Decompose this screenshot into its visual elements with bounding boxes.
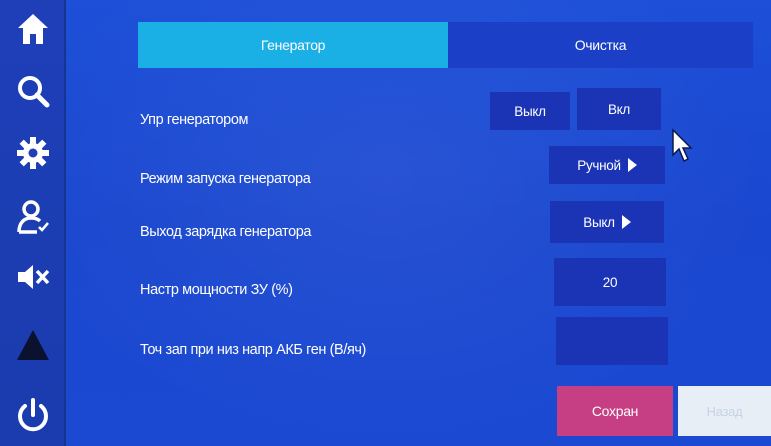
gear-icon[interactable] xyxy=(12,132,54,174)
generator-off-button[interactable]: Выкл xyxy=(490,92,570,130)
save-button[interactable]: Сохран xyxy=(557,386,673,436)
mute-icon-graphic xyxy=(18,265,50,289)
power-icon[interactable] xyxy=(12,394,54,436)
tab-generator-label: Генератор xyxy=(260,37,326,53)
generator-on-label: Вкл xyxy=(607,101,631,117)
tab-generator[interactable]: Генератор xyxy=(138,22,448,68)
gear-icon-graphic xyxy=(17,137,49,169)
generator-start-mode-value: Ручной xyxy=(577,157,621,173)
generator-off-label: Выкл xyxy=(514,103,546,119)
tab-cleaning-label: Очистка xyxy=(574,37,627,53)
triangle-right-icon xyxy=(621,215,631,229)
triangle-right-icon xyxy=(627,158,637,172)
back-button[interactable]: Назад xyxy=(678,386,771,436)
charger-power-label: Настр мощности ЗУ (%) xyxy=(140,282,293,298)
generator-start-mode-label: Режим запуска генератора xyxy=(140,171,311,187)
warning-icon[interactable] xyxy=(12,324,54,366)
charger-power-field[interactable]: 20 xyxy=(554,258,666,306)
power-icon-graphic xyxy=(18,398,48,432)
home-icon[interactable] xyxy=(12,8,54,50)
warning-icon-graphic xyxy=(17,330,49,360)
save-button-label: Сохран xyxy=(591,403,639,419)
search-icon-graphic xyxy=(18,76,50,108)
low-battery-start-label: Точ зап при низ напр АКБ ген (В/яч) xyxy=(140,342,366,358)
mouse-cursor-icon xyxy=(672,128,693,163)
low-battery-start-field[interactable] xyxy=(556,317,668,365)
generator-charge-output-value: Выкл xyxy=(583,214,615,230)
generator-charge-output-select[interactable]: Выкл xyxy=(550,201,664,243)
generator-charge-output-label: Выход зарядка генератора xyxy=(140,224,312,240)
generator-control-label: Упр генератором xyxy=(140,112,249,128)
back-button-label: Назад xyxy=(706,403,743,419)
sidebar xyxy=(0,0,66,446)
tab-cleaning[interactable]: Очистка xyxy=(448,22,753,68)
home-icon-graphic xyxy=(18,14,48,44)
generator-start-mode-select[interactable]: Ручной xyxy=(549,146,665,184)
generator-on-button[interactable]: Вкл xyxy=(577,88,661,130)
charger-power-value: 20 xyxy=(602,274,618,290)
screen: Генератор Очистка Упр генератором Выкл В… xyxy=(0,0,771,446)
mute-icon[interactable] xyxy=(12,256,54,298)
user-check-icon-graphic xyxy=(17,200,49,234)
user-check-icon[interactable] xyxy=(12,196,54,238)
search-icon[interactable] xyxy=(12,70,54,112)
